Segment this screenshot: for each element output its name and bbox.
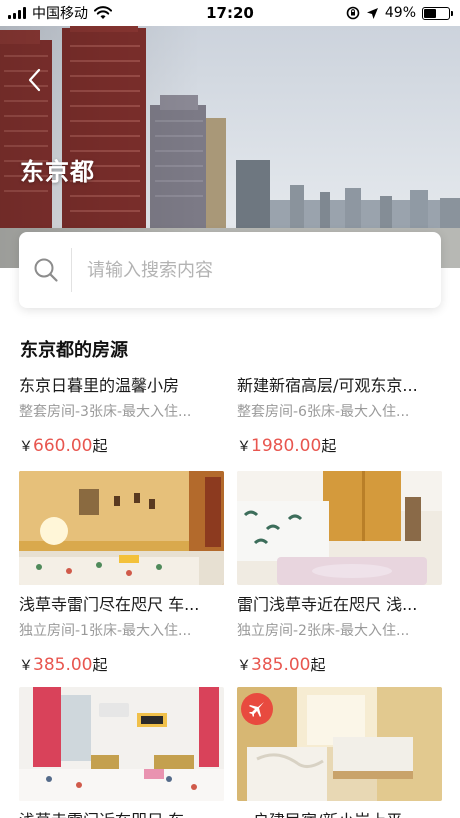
listing-card[interactable]: 一户建民宿/新小岩上平... xyxy=(237,687,442,818)
listing-subtitle: 独立房间-2张床-最大入住... xyxy=(237,623,410,639)
status-time: 17:20 xyxy=(206,4,254,22)
signal-icon xyxy=(8,7,26,19)
price-value: 660.00 xyxy=(33,436,93,456)
listing-card[interactable]: 雷门浅草寺近在咫尺 浅... 独立房间-2张床-最大入住... ￥385.00起 xyxy=(237,471,442,676)
listing-card[interactable]: 浅草寺雷门近在咫尺 车... xyxy=(19,687,224,818)
rotation-lock-icon xyxy=(346,6,360,20)
price-suffix: 起 xyxy=(92,656,108,674)
listing-title: 浅草寺雷门近在咫尺 车... xyxy=(19,809,224,818)
listing-price: ￥385.00起 xyxy=(237,654,442,676)
bedroom-photo xyxy=(19,471,224,585)
location-icon xyxy=(366,7,378,19)
price-value: 385.00 xyxy=(251,655,311,675)
search-icon[interactable] xyxy=(21,232,71,308)
price-currency: ￥ xyxy=(19,658,33,674)
search-input[interactable] xyxy=(87,259,407,281)
battery-percent: 49% xyxy=(384,5,416,21)
price-suffix: 起 xyxy=(92,437,108,455)
search-bar[interactable] xyxy=(19,232,441,308)
battery-icon xyxy=(422,6,453,20)
price-currency: ￥ xyxy=(237,439,251,455)
listing-subtitle: 整套房间-3张床-最大入住... xyxy=(19,404,192,420)
listing-title: 一户建民宿/新小岩上平... xyxy=(237,809,442,818)
listing-photo[interactable] xyxy=(237,687,442,801)
listing-title: 浅草寺雷门尽在咫尺 车... xyxy=(19,595,200,614)
battery-level xyxy=(424,8,436,18)
bedroom-photo xyxy=(237,471,442,585)
listing-card[interactable]: 新建新宿高层/可观东京... 整套房间-6张床-最大入住... ￥1980.00… xyxy=(237,374,442,457)
hero-city-image xyxy=(0,0,460,268)
listing-photo[interactable] xyxy=(19,687,224,801)
status-bar: 中国移动 17:20 49% xyxy=(0,0,460,26)
listing-card[interactable]: 浅草寺雷门尽在咫尺 车... 独立房间-1张床-最大入住... ￥385.00起 xyxy=(19,471,224,676)
page-title: 东京都 xyxy=(20,158,95,186)
price-value: 1980.00 xyxy=(251,436,322,456)
status-left: 中国移动 xyxy=(8,3,112,23)
chevron-left-icon xyxy=(28,68,41,92)
back-button[interactable] xyxy=(20,64,48,96)
listing-subtitle: 整套房间-6张床-最大入住... xyxy=(237,404,410,420)
price-currency: ￥ xyxy=(237,658,251,674)
section-title: 东京都的房源 xyxy=(20,340,128,361)
listing-photo[interactable] xyxy=(237,471,442,585)
airplane-icon xyxy=(241,693,273,725)
listing-price: ￥660.00起 xyxy=(19,435,224,457)
listing-title: 雷门浅草寺近在咫尺 浅... xyxy=(237,595,418,614)
listing-subtitle: 独立房间-1张床-最大入住... xyxy=(19,623,192,639)
bedroom-photo xyxy=(19,687,224,801)
listing-price: ￥1980.00起 xyxy=(237,435,442,457)
price-suffix: 起 xyxy=(321,437,337,455)
price-value: 385.00 xyxy=(33,655,93,675)
listing-title: 新建新宿高层/可观东京... xyxy=(237,376,418,395)
carrier-label: 中国移动 xyxy=(32,6,88,22)
price-currency: ￥ xyxy=(19,439,33,455)
listing-photo[interactable] xyxy=(19,471,224,585)
listing-title: 东京日暮里的温馨小房 xyxy=(19,376,180,395)
listing-card[interactable]: 东京日暮里的温馨小房 整套房间-3张床-最大入住... ￥660.00起 xyxy=(19,374,224,457)
price-suffix: 起 xyxy=(310,656,326,674)
listing-price: ￥385.00起 xyxy=(19,654,224,676)
status-right: 49% xyxy=(346,5,453,21)
search-divider xyxy=(71,248,72,292)
hero-banner: 中国移动 17:20 49% 东京都 xyxy=(0,0,460,268)
wifi-icon xyxy=(94,6,112,19)
